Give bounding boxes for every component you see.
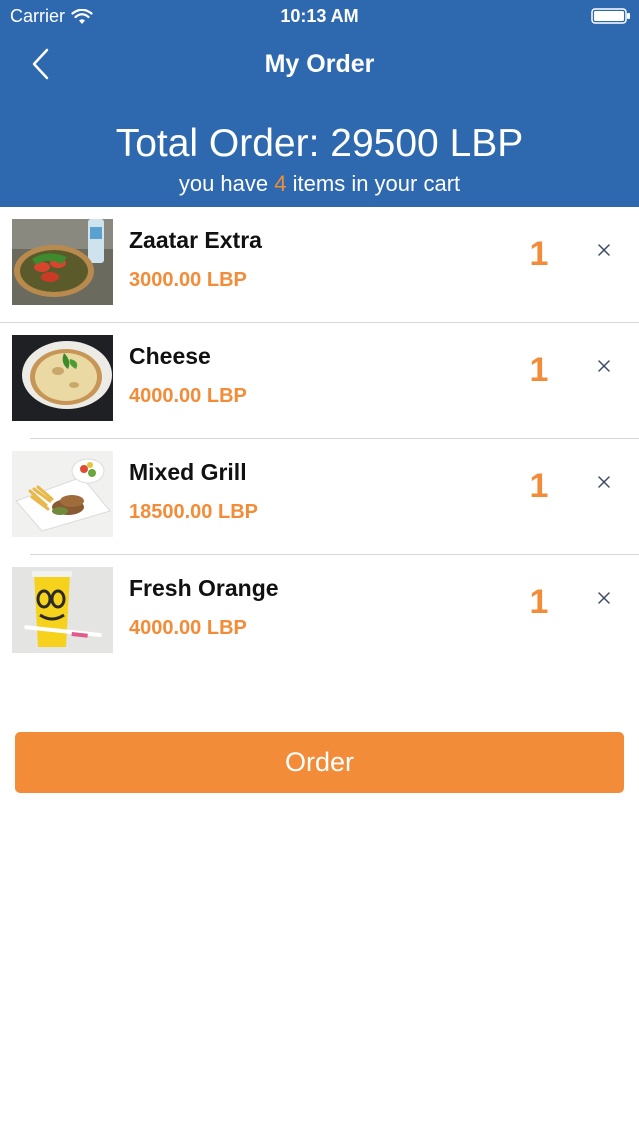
item-name: Zaatar Extra [129, 227, 262, 253]
cart-prefix: you have [178, 171, 269, 196]
order-item[interactable]: Zaatar Extra 3000.00 LBP 1 [0, 207, 639, 323]
item-price: 4000.00 LBP [129, 385, 247, 407]
header: Carrier 10:13 AM My Order Total Order: 2… [0, 0, 639, 207]
cart-summary: you have 4 items in your cart [0, 171, 639, 197]
item-quantity[interactable]: 1 [516, 235, 562, 274]
item-quantity[interactable]: 1 [516, 467, 562, 506]
fresh-orange-image [12, 567, 113, 653]
remove-item-button[interactable] [591, 469, 617, 495]
cheese-image [12, 335, 113, 421]
order-item[interactable]: Mixed Grill 18500.00 LBP 1 [0, 439, 639, 555]
mixed-grill-image [12, 451, 113, 537]
order-item[interactable]: Fresh Orange 4000.00 LBP 1 [0, 555, 639, 671]
order-button[interactable]: Order [15, 732, 624, 793]
cart-count: 4 [274, 171, 287, 196]
page-title: My Order [264, 50, 375, 78]
total-order: Total Order: 29500 LBP [115, 122, 524, 165]
order-list: Zaatar Extra 3000.00 LBP 1 Cheese 4000.0… [0, 207, 639, 671]
order-button-label: Order [284, 747, 355, 777]
item-quantity[interactable]: 1 [516, 583, 562, 622]
item-name: Cheese [129, 343, 211, 369]
battery-icon [591, 8, 630, 24]
item-quantity[interactable]: 1 [516, 351, 562, 390]
cart-suffix: items in your cart [292, 171, 461, 196]
status-bar: Carrier 10:13 AM [0, 0, 639, 32]
item-name: Mixed Grill [129, 459, 247, 485]
item-price: 3000.00 LBP [129, 269, 247, 291]
zaatar-extra-image [12, 219, 113, 305]
order-item[interactable]: Cheese 4000.00 LBP 1 [0, 323, 639, 439]
item-price: 18500.00 LBP [129, 501, 258, 523]
remove-item-button[interactable] [591, 237, 617, 263]
item-price: 4000.00 LBP [129, 617, 247, 639]
remove-item-button[interactable] [591, 353, 617, 379]
status-time: 10:13 AM [280, 6, 359, 26]
item-name: Fresh Orange [129, 575, 279, 601]
remove-item-button[interactable] [591, 585, 617, 611]
